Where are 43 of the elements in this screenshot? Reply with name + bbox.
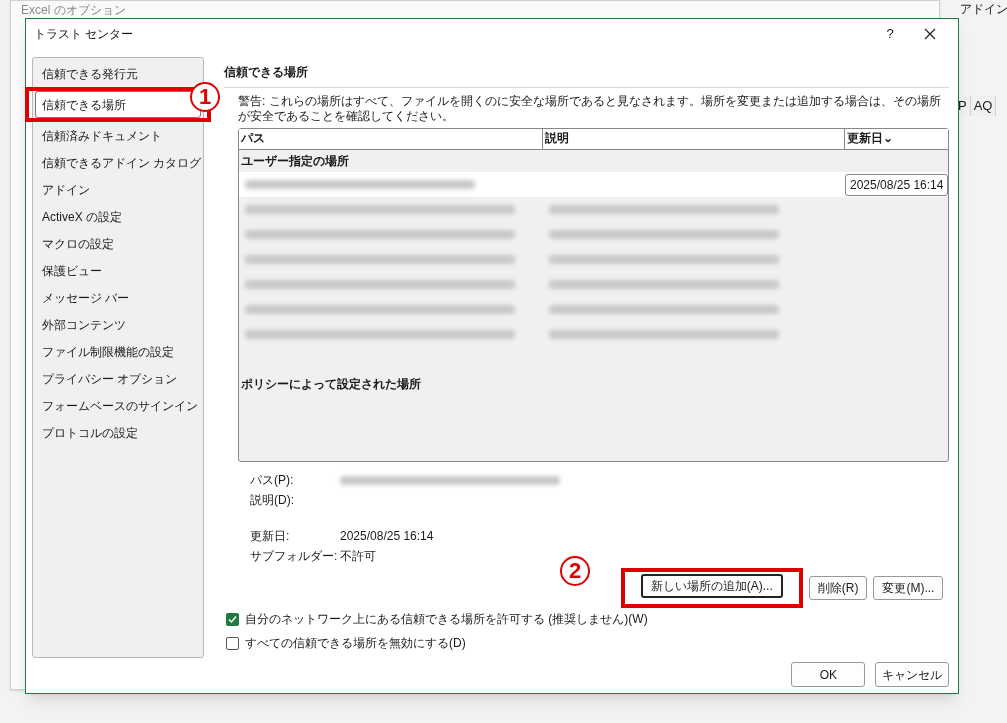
action-button[interactable]: 削除(R): [808, 576, 868, 600]
sidebar-item[interactable]: ActiveX の設定: [35, 203, 201, 230]
detail-label: サブフォルダー:: [250, 548, 339, 565]
sidebar-item[interactable]: 信頼できるアドイン カタログ: [35, 149, 201, 176]
sidebar-item[interactable]: 外部コンテンツ: [35, 311, 201, 338]
warning-text: 警告: これらの場所はすべて、ファイルを開くのに安全な場所であると見なされます。場所を変更または追加する場合は、その場所が安全であることを確認してください。: [238, 94, 942, 124]
dialog-button[interactable]: キャンセル: [875, 662, 950, 687]
detail-label: パス(P):: [250, 472, 295, 489]
sidebar-item[interactable]: 信頼済みドキュメント: [35, 122, 201, 149]
close-icon[interactable]: [924, 28, 936, 40]
table-row[interactable]: 2025/08/25 16:14: [239, 172, 949, 197]
detail-label: 説明(D):: [250, 492, 295, 509]
group-heading: ユーザー指定の場所: [240, 153, 350, 170]
ribbon-label: アドイン: [960, 1, 1007, 18]
sidebar-item[interactable]: ファイル制限機能の設定: [35, 338, 201, 365]
action-button[interactable]: 変更(M)...: [873, 576, 944, 600]
sidebar-item[interactable]: メッセージ バー: [35, 284, 201, 311]
sidebar-item[interactable]: フォームベースのサインイン: [35, 392, 201, 419]
sidebar-item[interactable]: プライバシー オプション: [35, 365, 201, 392]
sidebar-item[interactable]: 保護ビュー: [35, 257, 201, 284]
help-button[interactable]: ?: [870, 24, 910, 44]
checkbox[interactable]: [226, 612, 239, 626]
window-title: トラスト センター: [34, 26, 135, 43]
dialog-button[interactable]: OK: [791, 662, 866, 687]
column-header[interactable]: 説明: [543, 129, 845, 149]
table-cell: 2025/08/25 16:14: [845, 173, 949, 196]
column-header[interactable]: パス: [239, 129, 543, 149]
background-window-title: Excel のオプション: [21, 3, 126, 17]
section-title: 信頼できる場所: [224, 64, 309, 81]
sidebar-item[interactable]: 信頼できる場所: [35, 91, 201, 118]
group-heading: ポリシーによって設定された場所: [240, 376, 422, 393]
sidebar-item[interactable]: アドイン: [35, 176, 201, 203]
detail-value: 不許可: [340, 548, 376, 565]
column-header[interactable]: 更新日⌄: [845, 129, 949, 149]
sidebar-item[interactable]: マクロの設定: [35, 230, 201, 257]
detail-value: 2025/08/25 16:14: [340, 528, 434, 545]
checkbox[interactable]: [226, 636, 239, 650]
checkbox-label: すべての信頼できる場所を無効にする(D): [245, 635, 466, 652]
checkbox-label: 自分のネットワーク上にある信頼できる場所を許可する (推奨しません)(W): [245, 611, 648, 628]
column-header: AQ: [970, 96, 997, 116]
action-button[interactable]: 新しい場所の追加(A)...: [640, 574, 783, 598]
detail-label: 更新日:: [250, 528, 291, 545]
sidebar-item[interactable]: プロトコルの設定: [35, 419, 201, 446]
